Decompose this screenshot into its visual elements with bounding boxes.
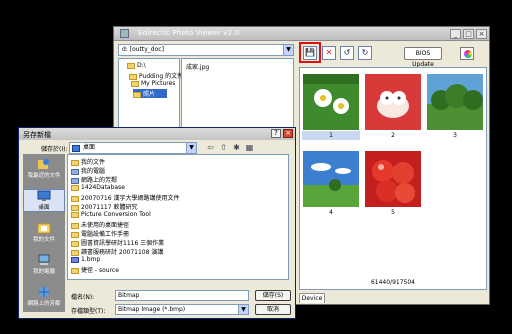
list-item[interactable]: 網路上的芳鄰 xyxy=(71,175,117,184)
folder-icon xyxy=(71,184,79,191)
thumbnail-caption: 1 xyxy=(302,131,360,140)
computer-icon xyxy=(71,168,79,175)
filetype-value: Bitmap Image (*.bmp) xyxy=(118,306,186,313)
drive-select[interactable]: d: [outty_doc] ▼ xyxy=(118,44,294,56)
status-text: 61440/917504 xyxy=(370,279,415,286)
tree-item-selected[interactable]: 照片 xyxy=(133,89,168,98)
palette-button[interactable] xyxy=(460,47,474,60)
thumbnail-caption: 3 xyxy=(453,132,457,139)
thumbnail-caption: 4 xyxy=(329,209,333,216)
folder-icon xyxy=(71,222,79,229)
list-item[interactable]: 我的文件 xyxy=(71,157,105,166)
dialog-titlebar[interactable]: 另存新檔 xyxy=(19,128,295,140)
viewer-titlebar[interactable]: Edirectic Photo Viewer v2.0 _ □ × xyxy=(114,27,489,41)
tree-item[interactable]: D:\ xyxy=(127,62,146,69)
my-documents-icon xyxy=(37,223,51,234)
network-icon xyxy=(71,177,79,184)
places-bar: 我最近的文件 桌面 我的文件 我的電腦 網路上的芳鄰 xyxy=(23,154,65,312)
file-list[interactable]: 我的文件 我的電腦 網路上的芳鄰 1424Database 20070716 漢… xyxy=(67,154,289,280)
place-my-documents[interactable]: 我的文件 xyxy=(23,222,65,243)
folder-icon xyxy=(129,73,137,80)
folder-icon xyxy=(71,195,79,202)
list-item[interactable]: 20071117 軟體研究 xyxy=(71,202,137,211)
list-item[interactable]: Picture Conversion Tool xyxy=(71,211,151,218)
list-item[interactable]: 捷徑 - source xyxy=(71,265,119,274)
place-my-computer[interactable]: 我的電腦 xyxy=(23,254,65,275)
shortcut-folder-icon xyxy=(71,267,79,274)
filetype-label: 存檔類型(T): xyxy=(71,308,106,315)
bitmap-file-icon xyxy=(71,256,79,263)
dialog-title: 另存新檔 xyxy=(23,131,51,139)
drive-select-value: d: [outty_doc] xyxy=(122,46,164,53)
delete-icon[interactable]: ✕ xyxy=(322,46,336,60)
thumbnail-caption: 5 xyxy=(391,209,395,216)
list-item[interactable]: 1.bmp xyxy=(71,256,100,263)
save-as-dialog: 另存新檔 ? × 儲存於(I): 桌面 ▼ ⇦ ⇧ ✱ ▦ 我最近的文件 桌面 … xyxy=(18,127,296,319)
thumbnail-caption: 2 xyxy=(391,132,395,139)
thumbnail-pane[interactable]: 1 2 3 4 5 xyxy=(299,67,487,290)
back-icon[interactable]: ⇦ xyxy=(205,143,216,153)
list-item[interactable]: 我的電腦 xyxy=(71,166,105,175)
folder-icon xyxy=(71,231,79,238)
folder-icon xyxy=(71,240,79,247)
save-button[interactable]: 儲存(S) xyxy=(255,290,291,301)
chevron-down-icon[interactable]: ▼ xyxy=(238,305,248,314)
tree-item[interactable]: Pudding 的文件 xyxy=(129,71,183,80)
cancel-button[interactable]: 取消 xyxy=(255,304,291,315)
chevron-down-icon[interactable]: ▼ xyxy=(283,45,293,55)
save-in-label: 儲存於(I): xyxy=(41,146,68,153)
desktop-icon xyxy=(37,190,51,201)
minimize-button[interactable]: _ xyxy=(450,29,461,39)
filename-input[interactable]: Bitmap xyxy=(115,290,249,301)
place-desktop[interactable]: 桌面 xyxy=(23,189,65,212)
my-computer-icon xyxy=(38,254,50,265)
thumbnail-2[interactable] xyxy=(365,74,421,130)
up-folder-icon[interactable]: ⇧ xyxy=(218,143,229,153)
place-recent[interactable]: 我最近的文件 xyxy=(23,158,65,179)
desktop-icon xyxy=(72,145,80,152)
tree-item[interactable]: My Pictures xyxy=(131,80,175,87)
folder-icon xyxy=(127,62,135,69)
folder-icon xyxy=(71,211,79,218)
chevron-down-icon[interactable]: ▼ xyxy=(186,143,196,153)
color-wheel-icon xyxy=(464,50,472,58)
list-item[interactable]: 1424Database xyxy=(71,184,125,191)
thumbnail-3[interactable] xyxy=(427,74,483,130)
bios-update-button[interactable]: BIOS Update xyxy=(404,47,442,68)
place-network[interactable]: 網路上的芳鄰 xyxy=(23,286,65,307)
close-button[interactable]: × xyxy=(476,29,487,39)
new-folder-icon[interactable]: ✱ xyxy=(231,143,242,153)
viewer-title: Edirectic Photo Viewer v2.0 xyxy=(138,29,240,37)
list-item[interactable]: 電腦設備工作手冊 xyxy=(71,229,129,238)
folder-icon xyxy=(71,159,79,166)
file-item[interactable]: 成家.jpg xyxy=(186,62,209,71)
view-menu-icon[interactable]: ▦ xyxy=(244,143,255,153)
list-item[interactable]: 20070716 漢字大學網路講使用文件 xyxy=(71,193,179,202)
save-in-select[interactable]: 桌面 ▼ xyxy=(69,142,197,154)
thumbnail-5[interactable] xyxy=(365,151,421,207)
network-places-icon xyxy=(39,287,49,297)
folder-icon xyxy=(71,204,79,211)
list-item[interactable]: 讀書服務研討 20071108 演講 xyxy=(71,247,163,256)
list-item[interactable]: 未使用的桌面捷徑 xyxy=(71,220,129,229)
save-in-value: 桌面 xyxy=(83,144,96,151)
folder-icon xyxy=(133,91,141,98)
folder-icon xyxy=(131,80,139,87)
app-icon xyxy=(120,29,129,38)
close-button[interactable]: × xyxy=(283,129,293,138)
rotate-left-icon[interactable]: ↺ xyxy=(340,46,354,60)
filetype-select[interactable]: Bitmap Image (*.bmp) ▼ xyxy=(115,304,249,315)
tab-device[interactable]: Device xyxy=(299,293,325,303)
help-button[interactable]: ? xyxy=(271,129,281,138)
thumbnail-1[interactable] xyxy=(303,74,359,130)
list-item[interactable]: 圖書資訊學研討1116 三個作業 xyxy=(71,238,164,247)
filename-label: 檔名(N): xyxy=(71,294,95,301)
recent-documents-icon xyxy=(38,159,49,169)
save-icon[interactable]: 💾 xyxy=(303,46,317,60)
thumbnail-4[interactable] xyxy=(303,151,359,207)
rotate-right-icon[interactable]: ↻ xyxy=(358,46,372,60)
maximize-button[interactable]: □ xyxy=(463,29,474,39)
folder-icon xyxy=(71,249,79,256)
